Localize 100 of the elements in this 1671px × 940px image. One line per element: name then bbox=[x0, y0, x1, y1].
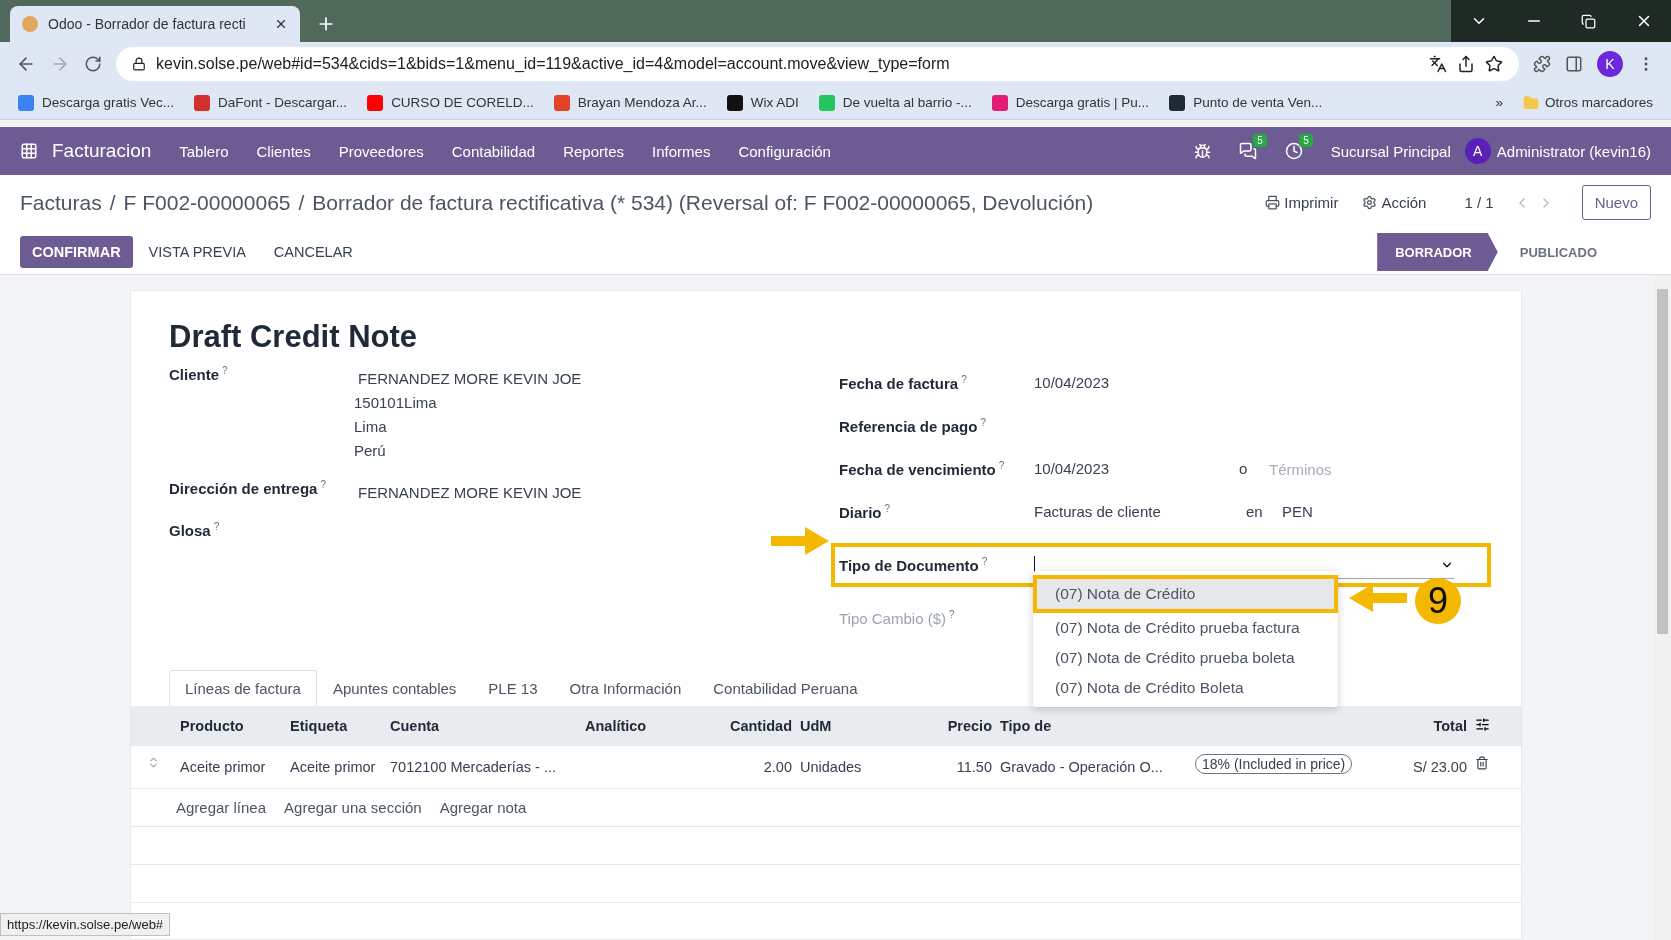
help-mark[interactable]: ? bbox=[320, 479, 326, 490]
bookmark-folder[interactable]: Otros marcadores bbox=[1544, 95, 1653, 110]
print-button[interactable]: Imprimir bbox=[1284, 194, 1339, 211]
user-menu[interactable]: Administrator (kevin16) bbox=[1496, 142, 1651, 160]
help-mark[interactable]: ? bbox=[998, 460, 1005, 471]
pager-text: 1 / 1 bbox=[1464, 194, 1494, 211]
help-mark[interactable]: ? bbox=[961, 374, 967, 385]
breadcrumb-item: Borrador de factura rectificativa (* 534) (Reversal of: F F002-00000065, Devolución) bbox=[312, 190, 1094, 215]
column-settings-icon[interactable] bbox=[1475, 717, 1490, 732]
column-header[interactable]: Producto bbox=[176, 706, 286, 746]
action-button[interactable]: CANCELAR bbox=[261, 236, 365, 268]
field-label: Glosa bbox=[169, 522, 211, 539]
action-button[interactable]: VISTA PREVIA bbox=[136, 236, 258, 268]
bookmark[interactable]: Descarga gratis | Pu... bbox=[991, 94, 1150, 111]
clock-icon[interactable] bbox=[1284, 142, 1303, 160]
column-header[interactable]: Cuenta bbox=[386, 706, 581, 746]
app-name[interactable]: Facturacion bbox=[52, 140, 152, 162]
field-value[interactable]: 10/04/2023 bbox=[1034, 457, 1239, 481]
dropdown-option[interactable]: (07) Nota de Crédito bbox=[1033, 575, 1338, 613]
nav-menu-item[interactable]: Informes bbox=[652, 142, 711, 160]
add-link[interactable]: Agregar una sección bbox=[284, 799, 422, 816]
field-label: Fecha de factura bbox=[839, 375, 959, 392]
status-stage[interactable]: BORRADOR bbox=[1377, 233, 1498, 271]
bug-icon[interactable] bbox=[1193, 142, 1211, 160]
column-header[interactable]: Total bbox=[1366, 706, 1471, 746]
nav-menu-item[interactable]: Reportes bbox=[563, 142, 625, 160]
apps-menu-icon[interactable] bbox=[20, 142, 38, 160]
gear-icon bbox=[1362, 195, 1378, 210]
address-line: 150101Lima bbox=[354, 393, 438, 413]
restore-icon[interactable] bbox=[1581, 13, 1596, 29]
joiner-text: en bbox=[1246, 502, 1264, 522]
help-mark[interactable]: ? bbox=[884, 503, 891, 514]
bookmark[interactable]: Brayan Mendoza Ar... bbox=[553, 94, 707, 111]
new-button[interactable]: Nuevo bbox=[1581, 185, 1651, 220]
field-label: Cliente bbox=[169, 366, 219, 383]
help-mark[interactable]: ? bbox=[980, 417, 986, 428]
help-mark[interactable]: ? bbox=[981, 556, 988, 567]
bookmark[interactable]: De vuelta al barrio -... bbox=[818, 94, 972, 111]
printer-icon bbox=[1265, 195, 1281, 210]
column-header[interactable]: Tipo de bbox=[996, 706, 1191, 746]
chat-icon[interactable] bbox=[1238, 142, 1257, 160]
table-cell-text: Gravado - Operación O... bbox=[999, 758, 1164, 777]
address-line: FERNANDEZ MORE KEVIN JOE bbox=[357, 369, 583, 389]
extensions-icon[interactable] bbox=[1533, 55, 1551, 73]
bookmark[interactable]: DaFont - Descargar... bbox=[194, 94, 348, 111]
field-label: Diario bbox=[839, 504, 882, 521]
scrollbar[interactable] bbox=[1654, 275, 1671, 940]
nav-menu-item[interactable]: Clientes bbox=[256, 142, 311, 160]
dropdown-option[interactable]: (07) Nota de Crédito Boleta bbox=[1033, 673, 1338, 703]
overflow-chevron[interactable]: » bbox=[1495, 95, 1503, 110]
side-panel-icon[interactable] bbox=[1565, 55, 1583, 73]
folder-icon bbox=[1522, 94, 1539, 111]
column-header[interactable]: UdM bbox=[796, 706, 916, 746]
nav-menu-item[interactable]: Proveedores bbox=[338, 142, 424, 160]
form-title: Draft Credit Note bbox=[169, 319, 418, 355]
breadcrumb-item[interactable]: Facturas bbox=[20, 190, 102, 215]
table-cell-text: Unidades bbox=[799, 758, 863, 777]
address-line: Lima bbox=[354, 417, 388, 437]
confirm-button[interactable]: CONFIRMAR bbox=[20, 236, 133, 268]
nav-menu-item[interactable]: Contabilidad bbox=[451, 142, 536, 160]
step-number: 9 bbox=[1415, 578, 1461, 624]
company-switcher[interactable]: Sucursal Principal bbox=[1330, 142, 1451, 160]
breadcrumb-separator: / bbox=[109, 190, 116, 215]
dropdown-option[interactable]: (07) Nota de Crédito prueba factura bbox=[1033, 613, 1338, 643]
breadcrumb-separator: / bbox=[298, 190, 305, 215]
notebook-tab[interactable]: Líneas de factura bbox=[169, 670, 317, 706]
dropdown-option[interactable]: (07) Nota de Crédito prueba boleta bbox=[1033, 643, 1338, 673]
field-label: Fecha de vencimiento bbox=[839, 461, 996, 478]
bookmark[interactable]: CURSO DE CORELD... bbox=[367, 94, 534, 111]
address-bar[interactable]: kevin.solse.pe/web#id=534&cids=1&bids=1&menu_id=119&active_id=4&model=account.move&view_type=form bbox=[116, 47, 1519, 81]
column-header[interactable]: Analítico bbox=[581, 706, 711, 746]
add-link[interactable]: Agregar línea bbox=[176, 799, 267, 816]
add-link[interactable]: Agregar nota bbox=[439, 799, 527, 816]
arrow-icon bbox=[771, 527, 829, 555]
action-button[interactable]: Acción bbox=[1381, 194, 1427, 211]
reload-icon[interactable] bbox=[84, 55, 102, 73]
browser-tab[interactable]: Odoo - Borrador de factura recti bbox=[10, 6, 300, 42]
close-icon[interactable] bbox=[274, 17, 288, 31]
field-value[interactable]: 10/04/2023 bbox=[1034, 371, 1521, 395]
breadcrumb-item[interactable]: F F002-00000065 bbox=[123, 190, 291, 215]
bookmark[interactable]: Wix ADI bbox=[726, 94, 799, 111]
profile-avatar[interactable]: K bbox=[1597, 51, 1623, 77]
delete-icon[interactable] bbox=[1475, 756, 1489, 770]
nav-menu-item[interactable]: Tablero bbox=[179, 142, 229, 160]
column-header[interactable]: Etiqueta bbox=[286, 706, 386, 746]
address-line: FERNANDEZ MORE KEVIN JOE bbox=[357, 483, 583, 503]
bookmark[interactable]: Punto de venta Ven... bbox=[1169, 94, 1323, 111]
address-line: Perú bbox=[354, 441, 387, 461]
drag-handle-icon[interactable] bbox=[147, 756, 160, 769]
nav-menu-item[interactable]: Configuración bbox=[738, 142, 831, 160]
help-mark[interactable]: ? bbox=[222, 365, 228, 376]
field-label: Dirección de entrega bbox=[169, 480, 318, 497]
column-header[interactable]: Cantidad bbox=[711, 706, 796, 746]
currency-value[interactable]: PEN bbox=[1282, 500, 1313, 524]
help-mark[interactable]: ? bbox=[213, 521, 220, 532]
field-value[interactable]: Facturas de cliente bbox=[1034, 500, 1246, 524]
column-header[interactable]: Precio bbox=[916, 706, 996, 746]
field-label: Referencia de pago bbox=[839, 418, 978, 435]
user-avatar[interactable]: A bbox=[1464, 138, 1491, 164]
bookmark[interactable]: Descarga gratis Vec... bbox=[18, 94, 175, 111]
